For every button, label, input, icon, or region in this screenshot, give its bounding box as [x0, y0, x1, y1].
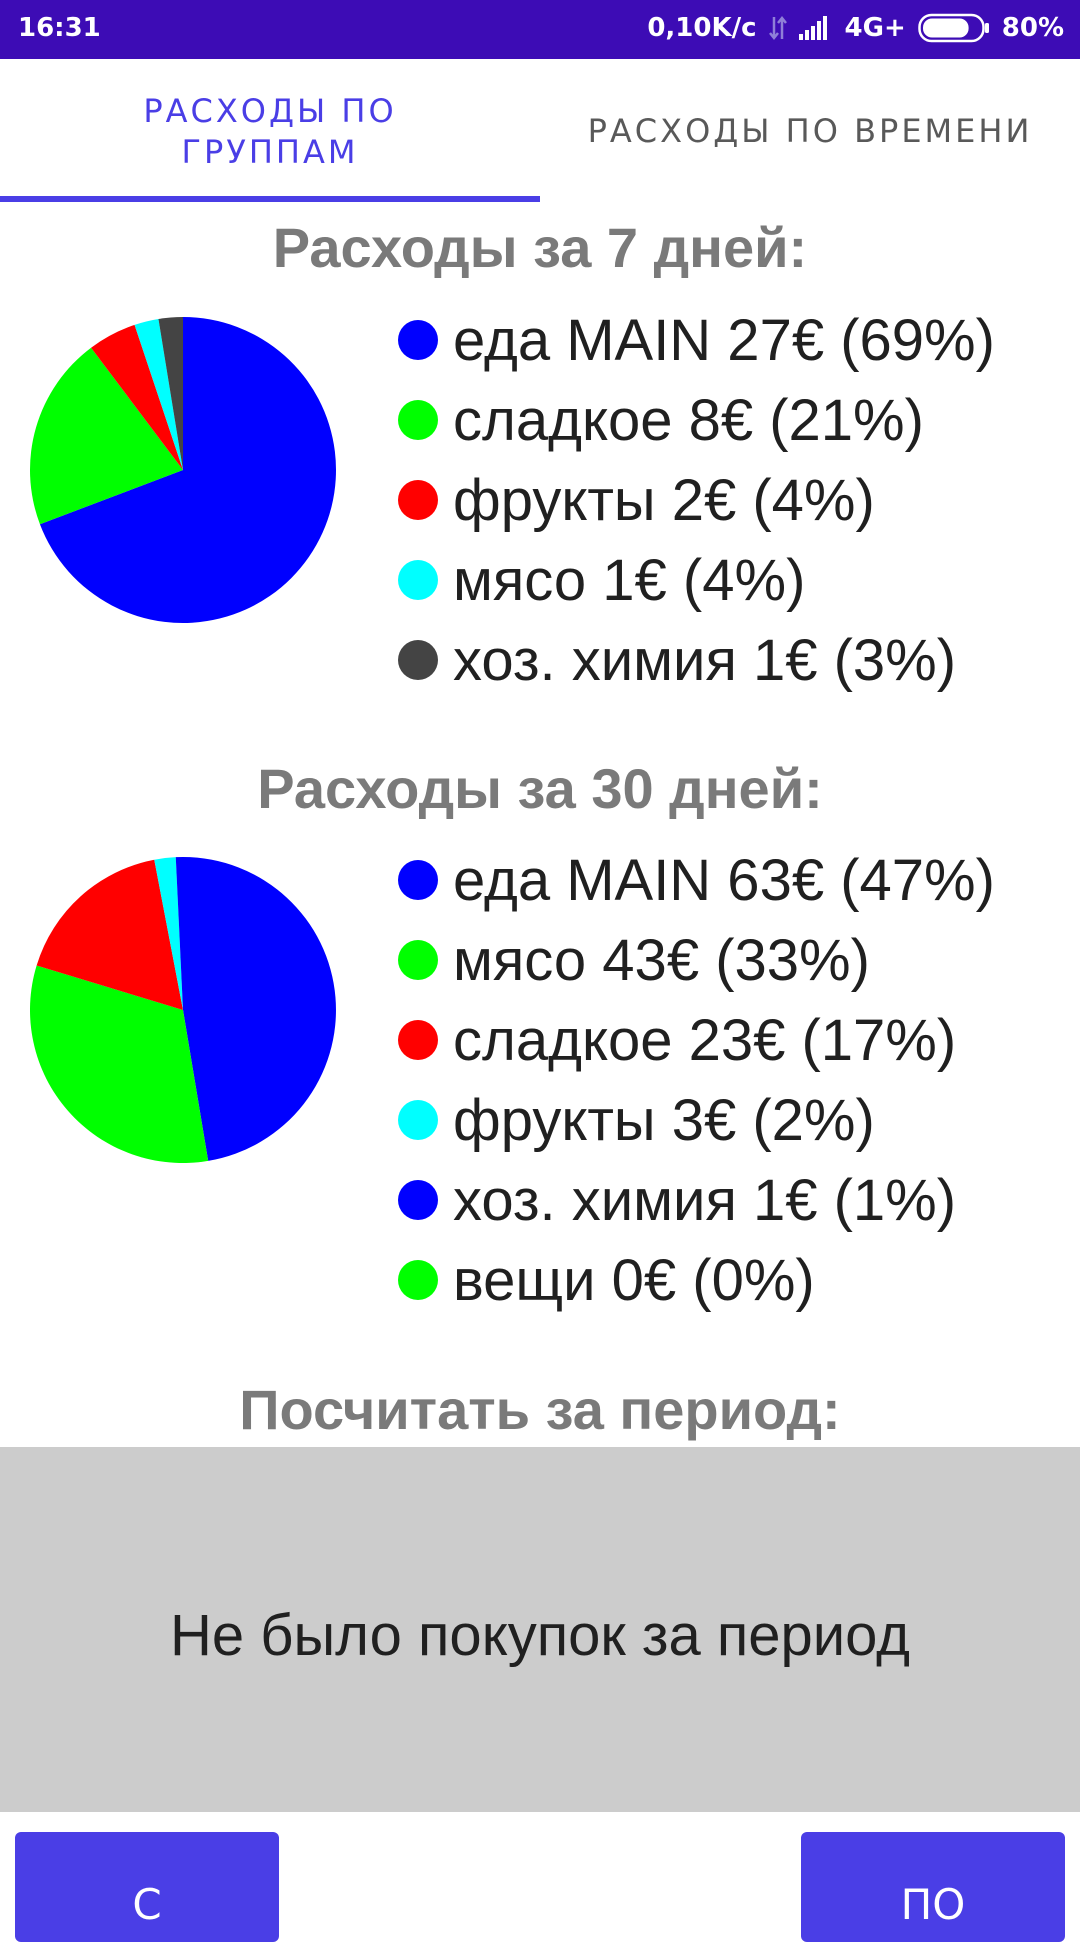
period-section-title: Посчитать за период: [239, 1378, 841, 1441]
network-type: 4G+ [844, 13, 906, 43]
network-speed: 0,10K/c [647, 13, 757, 43]
legend-label: мясо 1€ (4%) [453, 547, 806, 613]
legend-color-dot [398, 1100, 438, 1140]
legend-color-dot [398, 480, 438, 520]
status-indicators: 0,10K/c 4G+ 80% [647, 13, 1064, 43]
period-result-panel: Не было покупок за период [0, 1447, 1080, 1812]
date-from-label: С [132, 1880, 162, 1929]
battery-icon [918, 13, 990, 43]
battery-percent: 80% [1001, 13, 1064, 43]
pie-slice [183, 857, 336, 1161]
date-to-button[interactable]: ПО [801, 1832, 1065, 1942]
legend-color-dot [398, 320, 438, 360]
legend-color-dot [398, 640, 438, 680]
legend-item: хоз. химия 1€ (3%) [398, 620, 995, 700]
legend-color-dot [398, 400, 438, 440]
legend-item: сладкое 8€ (21%) [398, 380, 995, 460]
legend-label: фрукты 3€ (2%) [453, 1087, 875, 1153]
legend-color-dot [398, 560, 438, 600]
legend-item: фрукты 3€ (2%) [398, 1080, 995, 1160]
legend-label: хоз. химия 1€ (1%) [453, 1167, 957, 1233]
legend-label: сладкое 23€ (17%) [453, 1007, 957, 1073]
legend-item: хоз. химия 1€ (1%) [398, 1160, 995, 1240]
period-empty-message: Не было покупок за период [170, 1603, 910, 1668]
tab-label: РАСХОДЫ ПО ВРЕМЕНИ [587, 112, 1033, 150]
legend-label: еда MAIN 63€ (47%) [453, 847, 995, 913]
status-time: 16:31 [18, 13, 101, 43]
tab-expenses-by-time[interactable]: РАСХОДЫ ПО ВРЕМЕНИ [540, 59, 1080, 204]
status-bar: 16:31 0,10K/c 4G+ 80% [0, 0, 1080, 59]
legend-label: фрукты 2€ (4%) [453, 467, 875, 533]
legend-label: мясо 43€ (33%) [453, 927, 870, 993]
tab-label-line2: ГРУППАМ [181, 132, 359, 171]
month-pie-chart [30, 857, 336, 1163]
legend-item: фрукты 2€ (4%) [398, 460, 995, 540]
date-from-button[interactable]: С [15, 1832, 279, 1942]
date-to-label: ПО [900, 1880, 966, 1929]
data-transfer-icon [768, 15, 787, 41]
active-tab-indicator [0, 196, 540, 202]
legend-item: еда MAIN 27€ (69%) [398, 300, 995, 380]
battery-level-fill [922, 18, 969, 38]
month-legend: еда MAIN 63€ (47%) мясо 43€ (33%) сладкое … [398, 840, 995, 1320]
legend-item: мясо 1€ (4%) [398, 540, 995, 620]
week-legend: еда MAIN 27€ (69%) сладкое 8€ (21%) фрукты… [398, 300, 995, 700]
tab-label-line1: РАСХОДЫ ПО [143, 91, 397, 130]
month-section-title: Расходы за 30 дней: [257, 757, 823, 820]
legend-color-dot [398, 1260, 438, 1300]
legend-item: еда MAIN 63€ (47%) [398, 840, 995, 920]
tab-bar: РАСХОДЫ ПО ГРУППАМ РАСХОДЫ ПО ВРЕМЕНИ [0, 59, 1080, 204]
legend-label: хоз. химия 1€ (3%) [453, 627, 957, 693]
legend-color-dot [398, 1020, 438, 1060]
legend-color-dot [398, 860, 438, 900]
legend-item: сладкое 23€ (17%) [398, 1000, 995, 1080]
legend-label: сладкое 8€ (21%) [453, 387, 924, 453]
legend-label: вещи 0€ (0%) [453, 1247, 815, 1313]
legend-item: мясо 43€ (33%) [398, 920, 995, 1000]
legend-label: еда MAIN 27€ (69%) [453, 307, 995, 373]
week-pie-chart [30, 317, 336, 623]
legend-color-dot [398, 1180, 438, 1220]
legend-color-dot [398, 940, 438, 980]
legend-item: вещи 0€ (0%) [398, 1240, 995, 1320]
week-section-title: Расходы за 7 дней: [272, 216, 808, 279]
signal-icon [798, 16, 833, 40]
tab-expenses-by-groups[interactable]: РАСХОДЫ ПО ГРУППАМ [0, 59, 540, 204]
